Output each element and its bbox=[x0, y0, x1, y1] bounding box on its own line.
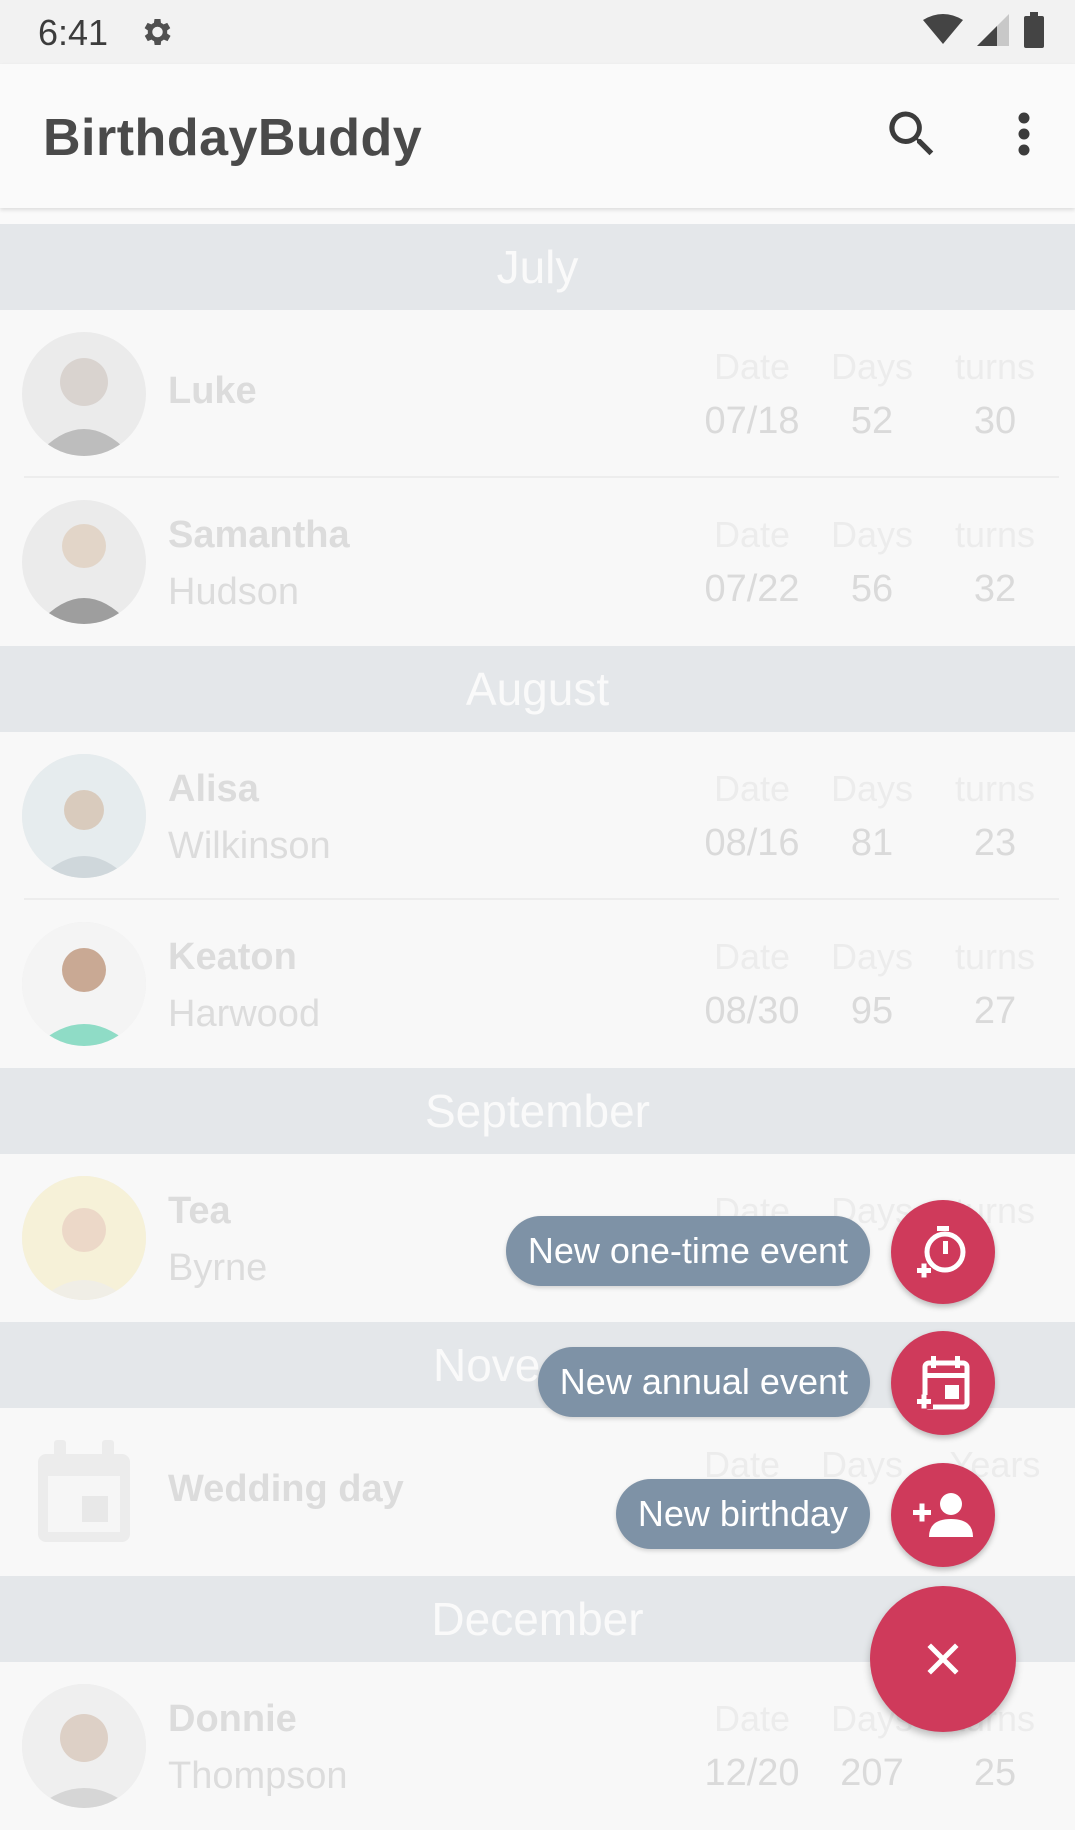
list-item[interactable]: Alisa Wilkinson Date 08/16 Days 81 turns 23 bbox=[0, 732, 1075, 900]
date-header: Date bbox=[713, 936, 791, 977]
event-title: Wedding day bbox=[168, 1468, 404, 1510]
list-item[interactable]: Keaton Harwood Date 08/30 Days 95 turns 27 bbox=[0, 900, 1075, 1068]
app-bar: BirthdayBuddy bbox=[0, 64, 1075, 208]
turns-value: 25 bbox=[973, 1752, 1017, 1794]
date-header: Date bbox=[713, 346, 791, 387]
turns-header: turns bbox=[954, 346, 1036, 387]
first-name: Donnie bbox=[168, 1698, 297, 1740]
app-title: BirthdayBuddy bbox=[43, 109, 423, 167]
date-value: 08/30 bbox=[704, 990, 800, 1032]
close-icon bbox=[927, 1643, 959, 1675]
turns-column: turns 30 bbox=[935, 346, 1055, 443]
turns-column: turns 23 bbox=[935, 768, 1055, 865]
last-name: Hudson bbox=[168, 571, 299, 613]
first-name: Samantha bbox=[168, 514, 350, 556]
avatar bbox=[22, 922, 146, 1046]
days-column: Days 81 bbox=[812, 768, 932, 865]
event-calendar-icon bbox=[36, 1440, 132, 1549]
person-name: Luke bbox=[168, 370, 257, 413]
turns-value: 27 bbox=[973, 990, 1017, 1032]
search-button[interactable] bbox=[882, 104, 942, 164]
search-icon bbox=[889, 111, 934, 156]
battery-icon bbox=[1023, 11, 1045, 53]
days-header: Days bbox=[830, 514, 914, 555]
new-birthday-button[interactable] bbox=[891, 1463, 995, 1567]
list-item[interactable]: Samantha Hudson Date 07/22 Days 56 turns 32 bbox=[0, 478, 1075, 646]
first-name: Luke bbox=[168, 370, 257, 412]
person-name: Samantha Hudson bbox=[168, 514, 350, 614]
new-birthday-label[interactable]: New birthday bbox=[615, 1479, 870, 1549]
wifi-icon bbox=[923, 13, 963, 51]
date-header: Date bbox=[713, 1698, 791, 1739]
month-header-july: July bbox=[0, 224, 1075, 310]
signal-icon bbox=[977, 13, 1009, 51]
new-annual-event-label[interactable]: New annual event bbox=[537, 1347, 870, 1417]
first-name: Keaton bbox=[168, 936, 297, 978]
days-value: 95 bbox=[850, 990, 894, 1032]
date-value: 07/18 bbox=[704, 400, 800, 442]
days-column: Days 52 bbox=[812, 346, 932, 443]
date-header: Date bbox=[713, 768, 791, 809]
list-item[interactable]: Luke Date 07/18 Days 52 turns 30 bbox=[0, 310, 1075, 478]
avatar bbox=[22, 332, 146, 456]
month-header-august: August bbox=[0, 646, 1075, 732]
turns-value: 23 bbox=[973, 822, 1017, 864]
person-name: Keaton Harwood bbox=[168, 936, 320, 1036]
last-name: Byrne bbox=[168, 1247, 268, 1289]
days-header: Days bbox=[830, 936, 914, 977]
birthday-list: July Luke Date 07/18 Days 52 turns 30 Saman… bbox=[0, 224, 1075, 1830]
days-column: Days 56 bbox=[812, 514, 932, 611]
turns-column: turns 27 bbox=[935, 936, 1055, 1033]
days-column: Days 95 bbox=[812, 936, 932, 1033]
first-name: Alisa bbox=[168, 768, 259, 810]
date-column: Date 12/20 bbox=[692, 1698, 812, 1795]
timer-plus-icon bbox=[915, 1226, 966, 1278]
turns-header: turns bbox=[954, 514, 1036, 555]
last-name: Thompson bbox=[168, 1755, 348, 1797]
avatar bbox=[22, 1684, 146, 1808]
person-add-icon bbox=[913, 1493, 973, 1537]
days-header: Days bbox=[830, 768, 914, 809]
settings-gear-icon bbox=[138, 14, 174, 50]
overflow-menu-button[interactable] bbox=[1000, 104, 1048, 164]
date-value: 07/22 bbox=[704, 568, 800, 610]
avatar bbox=[22, 500, 146, 624]
days-value: 207 bbox=[840, 1752, 904, 1794]
more-vert-icon bbox=[1018, 112, 1030, 156]
days-value: 81 bbox=[850, 822, 894, 864]
new-one-time-event-button[interactable] bbox=[891, 1200, 995, 1304]
date-value: 08/16 bbox=[704, 822, 800, 864]
date-column: Date 07/18 bbox=[692, 346, 812, 443]
days-header: Days bbox=[830, 346, 914, 387]
days-value: 52 bbox=[850, 400, 894, 442]
turns-value: 30 bbox=[973, 400, 1017, 442]
person-name: Alisa Wilkinson bbox=[168, 768, 331, 868]
avatar bbox=[22, 754, 146, 878]
days-value: 56 bbox=[850, 568, 894, 610]
new-one-time-event-label[interactable]: New one-time event bbox=[505, 1216, 870, 1286]
turns-column: turns 32 bbox=[935, 514, 1055, 611]
date-header: Date bbox=[713, 514, 791, 555]
last-name: Wilkinson bbox=[168, 825, 331, 867]
last-name: Harwood bbox=[168, 993, 321, 1035]
new-annual-event-button[interactable] bbox=[891, 1331, 995, 1435]
status-bar: 6:41 bbox=[0, 0, 1075, 64]
month-header-september: September bbox=[0, 1068, 1075, 1154]
status-time: 6:41 bbox=[38, 12, 109, 53]
turns-header: turns bbox=[954, 768, 1036, 809]
turns-header: turns bbox=[954, 936, 1036, 977]
person-name: Tea Byrne bbox=[168, 1190, 267, 1290]
event-name: Wedding day bbox=[168, 1468, 404, 1511]
avatar bbox=[22, 1176, 146, 1300]
date-value: 12/20 bbox=[704, 1752, 800, 1794]
close-fab-menu-button[interactable] bbox=[870, 1586, 1016, 1732]
date-column: Date 08/16 bbox=[692, 768, 812, 865]
date-column: Date 08/30 bbox=[692, 936, 812, 1033]
turns-value: 32 bbox=[973, 568, 1017, 610]
calendar-plus-icon bbox=[915, 1356, 970, 1410]
date-column: Date 07/22 bbox=[692, 514, 812, 611]
person-name: Donnie Thompson bbox=[168, 1698, 348, 1798]
first-name: Tea bbox=[168, 1190, 231, 1232]
